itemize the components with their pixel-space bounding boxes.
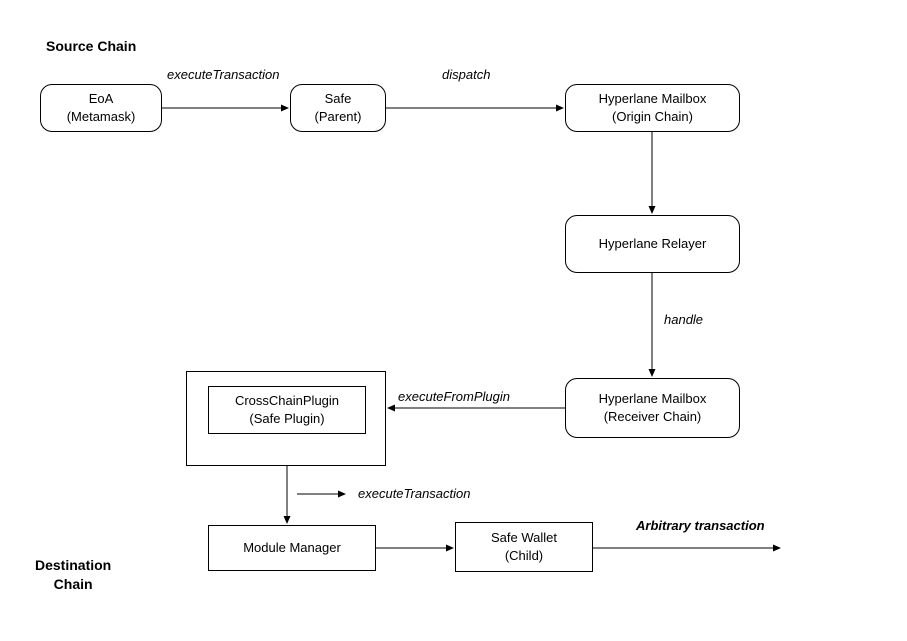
node-hyperlane-mailbox-receiver: Hyperlane Mailbox (Receiver Chain) [565, 378, 740, 438]
node-ccp-line2: (Safe Plugin) [249, 411, 324, 426]
node-cross-chain-plugin: CrossChainPlugin (Safe Plugin) [208, 386, 366, 434]
node-safe-wallet-line1: Safe Wallet [491, 530, 557, 545]
node-safe-parent-line2: (Parent) [315, 109, 362, 124]
section-destination-chain: Destination Chain [35, 556, 111, 594]
node-module-manager: Module Manager [208, 525, 376, 571]
section-destination-line2: Chain [54, 576, 93, 592]
edge-label-execute-transaction-1: executeTransaction [167, 67, 280, 82]
edge-label-execute-from-plugin: executeFromPlugin [398, 389, 510, 404]
node-hyperlane-mailbox-origin: Hyperlane Mailbox (Origin Chain) [565, 84, 740, 132]
edge-label-execute-transaction-2: executeTransaction [358, 486, 471, 501]
section-source-chain: Source Chain [46, 38, 136, 54]
node-module-manager-label: Module Manager [243, 539, 341, 557]
node-hyperlane-relayer: Hyperlane Relayer [565, 215, 740, 273]
node-safe-parent: Safe (Parent) [290, 84, 386, 132]
node-ccp-line1: CrossChainPlugin [235, 393, 339, 408]
node-mailbox-receiver-line1: Hyperlane Mailbox [599, 391, 707, 406]
node-relayer-label: Hyperlane Relayer [599, 235, 707, 253]
node-eoa-metamask: EoA (Metamask) [40, 84, 162, 132]
section-destination-line1: Destination [35, 557, 111, 573]
node-mailbox-origin-line2: (Origin Chain) [612, 109, 693, 124]
node-eoa-line2: (Metamask) [67, 109, 136, 124]
node-mailbox-receiver-line2: (Receiver Chain) [604, 409, 702, 424]
edge-label-dispatch: dispatch [442, 67, 490, 82]
edge-label-handle: handle [664, 312, 703, 327]
node-safe-wallet-child: Safe Wallet (Child) [455, 522, 593, 572]
node-safe-wallet-line2: (Child) [505, 548, 543, 563]
node-mailbox-origin-line1: Hyperlane Mailbox [599, 91, 707, 106]
node-eoa-line1: EoA [89, 91, 114, 106]
edge-label-arbitrary-transaction: Arbitrary transaction [636, 518, 765, 533]
node-safe-parent-line1: Safe [325, 91, 352, 106]
